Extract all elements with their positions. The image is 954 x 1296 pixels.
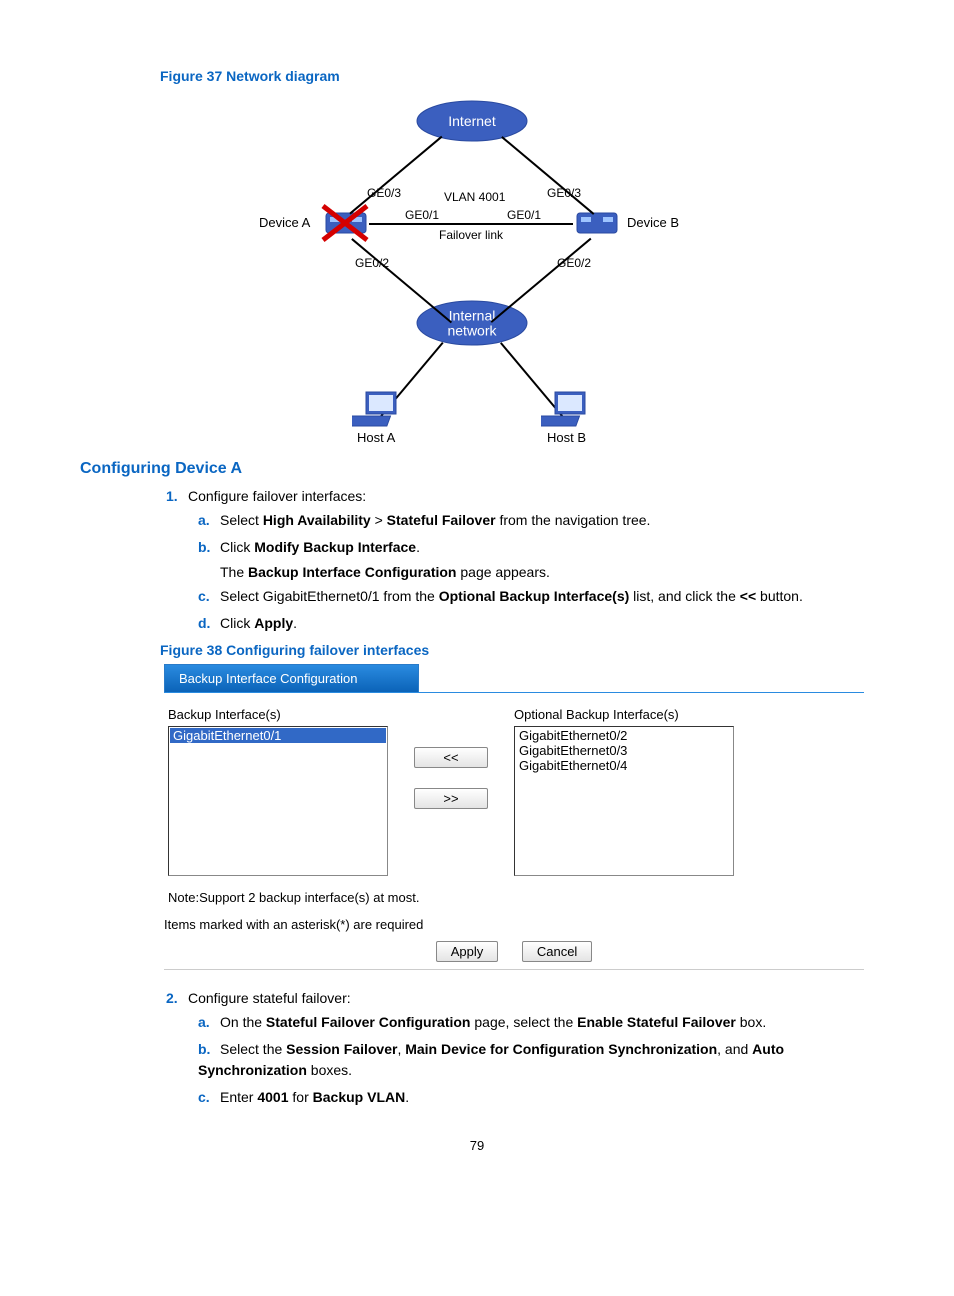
step-1a: a.Select High Availability > Stateful Fa…: [198, 510, 874, 531]
vlan-label: VLAN 4001: [444, 190, 505, 204]
step-1b: b.Click Modify Backup Interface.: [198, 537, 874, 558]
list-item[interactable]: GigabitEthernet0/4: [516, 758, 732, 773]
panel-title: Backup Interface Configuration: [164, 664, 419, 692]
apply-button[interactable]: Apply: [436, 941, 499, 962]
step-2a: a.On the Stateful Failover Configuration…: [198, 1012, 874, 1033]
internal-label: Internalnetwork: [447, 308, 496, 337]
figure-38-caption: Figure 38 Configuring failover interface…: [160, 642, 874, 658]
internet-label: Internet: [448, 113, 495, 129]
device-b-icon: [573, 207, 621, 241]
step-2: 2.Configure stateful failover:: [166, 990, 874, 1006]
list-item[interactable]: GigabitEthernet0/2: [516, 728, 732, 743]
backup-interface-panel: Backup Interface Configuration Backup In…: [164, 664, 864, 970]
host-b-icon: [541, 390, 593, 430]
move-left-button[interactable]: <<: [414, 747, 488, 768]
internet-cloud: Internet: [412, 98, 532, 144]
ge03-left: GE0/3: [367, 186, 401, 200]
move-buttons: << >>: [414, 747, 488, 809]
panel-note: Note:Support 2 backup interface(s) at mo…: [168, 890, 864, 905]
network-diagram: Internet Internalnetwork Device A Device…: [157, 90, 797, 440]
host-b-label: Host B: [547, 430, 586, 445]
move-right-button[interactable]: >>: [414, 788, 488, 809]
step-1c: c.Select GigabitEthernet0/1 from the Opt…: [198, 586, 874, 607]
device-a-label: Device A: [259, 215, 310, 230]
section-configuring-device-a: Configuring Device A: [80, 460, 874, 478]
step-2c: c.Enter 4001 for Backup VLAN.: [198, 1087, 874, 1108]
required-note: Items marked with an asterisk(*) are req…: [164, 917, 864, 932]
host-a-icon: [352, 390, 404, 430]
page-number: 79: [80, 1138, 874, 1153]
step-1b-note: The Backup Interface Configuration page …: [220, 564, 874, 580]
device-b-label: Device B: [627, 215, 679, 230]
ge02-right: GE0/2: [557, 256, 591, 270]
ge03-right: GE0/3: [547, 186, 581, 200]
backup-interfaces-label: Backup Interface(s): [168, 707, 388, 722]
host-a-label: Host A: [357, 430, 395, 445]
step-1d: d.Click Apply.: [198, 613, 874, 634]
ge01-left: GE0/1: [405, 208, 439, 222]
ge02-left: GE0/2: [355, 256, 389, 270]
red-x-icon: [317, 200, 373, 246]
list-item[interactable]: GigabitEthernet0/1: [170, 728, 386, 743]
backup-interfaces-listbox[interactable]: GigabitEthernet0/1: [168, 726, 388, 876]
cancel-button[interactable]: Cancel: [522, 941, 592, 962]
step-1: 1.Configure failover interfaces:: [166, 488, 874, 504]
optional-interfaces-label: Optional Backup Interface(s): [514, 707, 734, 722]
failover-label: Failover link: [439, 228, 503, 242]
list-item[interactable]: GigabitEthernet0/3: [516, 743, 732, 758]
step-2b: b.Select the Session Failover, Main Devi…: [198, 1039, 874, 1081]
ge01-right: GE0/1: [507, 208, 541, 222]
optional-interfaces-column: Optional Backup Interface(s) GigabitEthe…: [514, 707, 734, 876]
optional-interfaces-listbox[interactable]: GigabitEthernet0/2 GigabitEthernet0/3 Gi…: [514, 726, 734, 876]
figure-37-caption: Figure 37 Network diagram: [160, 68, 874, 84]
backup-interfaces-column: Backup Interface(s) GigabitEthernet0/1: [168, 707, 388, 876]
